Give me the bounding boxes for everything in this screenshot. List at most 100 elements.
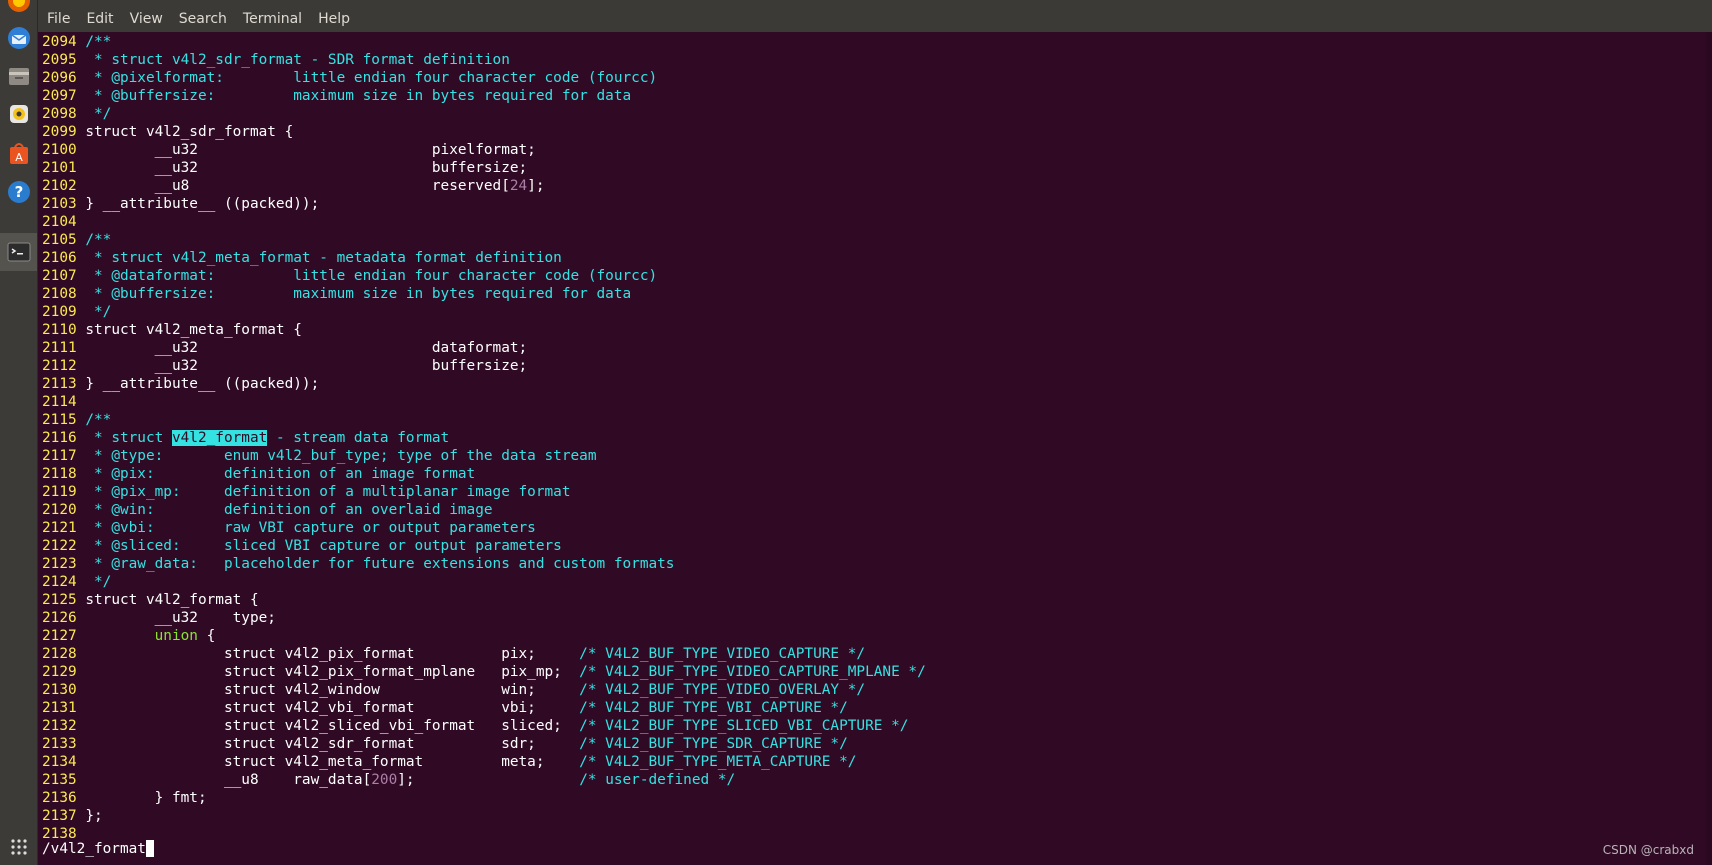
terminal-scrollbar[interactable] (1706, 32, 1712, 865)
line-number: 2132 (42, 718, 86, 734)
line-number: 2111 (42, 340, 86, 356)
line-number: 2097 (42, 88, 86, 104)
line-number: 2099 (42, 124, 86, 140)
code-line: 2134 struct v4l2_meta_format meta; /* V4… (42, 753, 926, 771)
code-text: * @pixelformat: little endian four chara… (85, 70, 658, 86)
launcher-dock: A ? (0, 0, 38, 865)
menu-search[interactable]: Search (171, 10, 235, 28)
code-text: struct v4l2_sliced_vbi_format sliced; (85, 718, 580, 734)
code-line: 2104 (42, 213, 926, 231)
terminal-view[interactable]: 2094 /** 2095 * struct v4l2_sdr_format - … (42, 32, 1704, 865)
code-text: /* V4L2_BUF_TYPE_META_CAPTURE */ (579, 754, 857, 770)
menu-help[interactable]: Help (310, 10, 358, 28)
code-line: 2109 */ (42, 303, 926, 321)
code-line: 2102 __u8 reserved[24]; (42, 177, 926, 195)
search-command-text: /v4l2_format (42, 841, 146, 857)
code-text: * struct v4l2_meta_format - metadata for… (85, 250, 562, 266)
thunderbird-icon[interactable] (0, 19, 37, 57)
code-text: } __attribute__ ((packed)); (85, 376, 320, 392)
code-text: ]; (397, 772, 580, 788)
code-text: { (197, 628, 216, 644)
menu-edit[interactable]: Edit (78, 10, 121, 28)
line-number: 2131 (42, 700, 86, 716)
code-text: struct v4l2_window win; (85, 682, 580, 698)
terminal-icon[interactable] (0, 233, 37, 271)
line-number: 2133 (42, 736, 86, 752)
help-icon[interactable]: ? (0, 173, 37, 211)
line-number: 2113 (42, 376, 86, 392)
line-number: 2136 (42, 790, 86, 806)
code-text: * @buffersize: maximum size in bytes req… (85, 88, 632, 104)
code-text: __u32 pixelformat; (85, 142, 536, 158)
code-text: * struct (85, 430, 172, 446)
rhythmbox-icon[interactable] (0, 95, 37, 133)
code-text: * @win: definition of an overlaid image (85, 502, 493, 518)
code-text: * @type: enum v4l2_buf_type; type of the… (85, 448, 597, 464)
line-number: 2116 (42, 430, 86, 446)
code-line: 2107 * @dataformat: little endian four c… (42, 267, 926, 285)
code-text: * @sliced: sliced VBI capture or output … (85, 538, 562, 554)
menu-file[interactable]: File (38, 10, 78, 28)
code-line: 2128 struct v4l2_pix_format pix; /* V4L2… (42, 645, 926, 663)
vim-command-line[interactable]: /v4l2_format (42, 840, 154, 858)
code-text: struct v4l2_pix_format_mplane pix_mp; (85, 664, 580, 680)
code-line: 2138 (42, 825, 926, 843)
firefox-icon[interactable] (0, 0, 37, 20)
code-line: 2098 */ (42, 105, 926, 123)
code-text: 200 (371, 772, 398, 788)
code-line: 2110 struct v4l2_meta_format { (42, 321, 926, 339)
code-line: 2105 /** (42, 231, 926, 249)
code-line: 2112 __u32 buffersize; (42, 357, 926, 375)
code-line: 2119 * @pix_mp: definition of a multipla… (42, 483, 926, 501)
code-line: 2120 * @win: definition of an overlaid i… (42, 501, 926, 519)
svg-text:A: A (15, 151, 23, 164)
line-number: 2112 (42, 358, 86, 374)
code-line: 2124 */ (42, 573, 926, 591)
code-line: 2132 struct v4l2_sliced_vbi_format slice… (42, 717, 926, 735)
svg-text:?: ? (14, 183, 23, 201)
line-number: 2134 (42, 754, 86, 770)
line-number: 2123 (42, 556, 86, 572)
line-number: 2129 (42, 664, 86, 680)
line-number: 2130 (42, 682, 86, 698)
line-number: 2128 (42, 646, 86, 662)
code-text: 24 (509, 178, 528, 194)
code-line: 2125 struct v4l2_format { (42, 591, 926, 609)
code-line: 2121 * @vbi: raw VBI capture or output p… (42, 519, 926, 537)
code-text: } __attribute__ ((packed)); (85, 196, 320, 212)
line-number: 2115 (42, 412, 86, 428)
code-text: struct v4l2_sdr_format { (85, 124, 294, 140)
code-text: /* V4L2_BUF_TYPE_VIDEO_OVERLAY */ (579, 682, 866, 698)
code-text: * @buffersize: maximum size in bytes req… (85, 286, 632, 302)
code-text: __u8 raw_data[ (85, 772, 372, 788)
code-text: } fmt; (85, 790, 207, 806)
code-line: 2135 __u8 raw_data[200]; /* user-defined… (42, 771, 926, 789)
code-line: 2103 } __attribute__ ((packed)); (42, 195, 926, 213)
menu-view[interactable]: View (122, 10, 171, 28)
code-line: 2126 __u32 type; (42, 609, 926, 627)
code-line: 2100 __u32 pixelformat; (42, 141, 926, 159)
code-line: 2106 * struct v4l2_meta_format - metadat… (42, 249, 926, 267)
files-icon[interactable] (0, 57, 37, 95)
code-text: __u32 buffersize; (85, 160, 528, 176)
software-center-icon[interactable]: A (0, 135, 37, 173)
line-number: 2102 (42, 178, 86, 194)
line-number: 2127 (42, 628, 86, 644)
show-applications-icon[interactable] (0, 832, 37, 862)
code-text: * @pix_mp: definition of a multiplanar i… (85, 484, 571, 500)
search-match: v4l2_format (171, 430, 268, 446)
code-text: struct v4l2_sdr_format sdr; (85, 736, 580, 752)
code-line: 2127 union { (42, 627, 926, 645)
line-number: 2096 (42, 70, 86, 86)
line-number: 2121 (42, 520, 86, 536)
code-line: 2133 struct v4l2_sdr_format sdr; /* V4L2… (42, 735, 926, 753)
code-line: 2096 * @pixelformat: little endian four … (42, 69, 926, 87)
vim-buffer: 2094 /** 2095 * struct v4l2_sdr_format - … (42, 33, 926, 843)
code-text: /* user-defined */ (579, 772, 736, 788)
code-text: - stream data format (267, 430, 450, 446)
code-text: /** (85, 412, 112, 428)
code-text: union (154, 628, 198, 644)
code-text: struct v4l2_meta_format { (85, 322, 302, 338)
menu-terminal[interactable]: Terminal (235, 10, 310, 28)
